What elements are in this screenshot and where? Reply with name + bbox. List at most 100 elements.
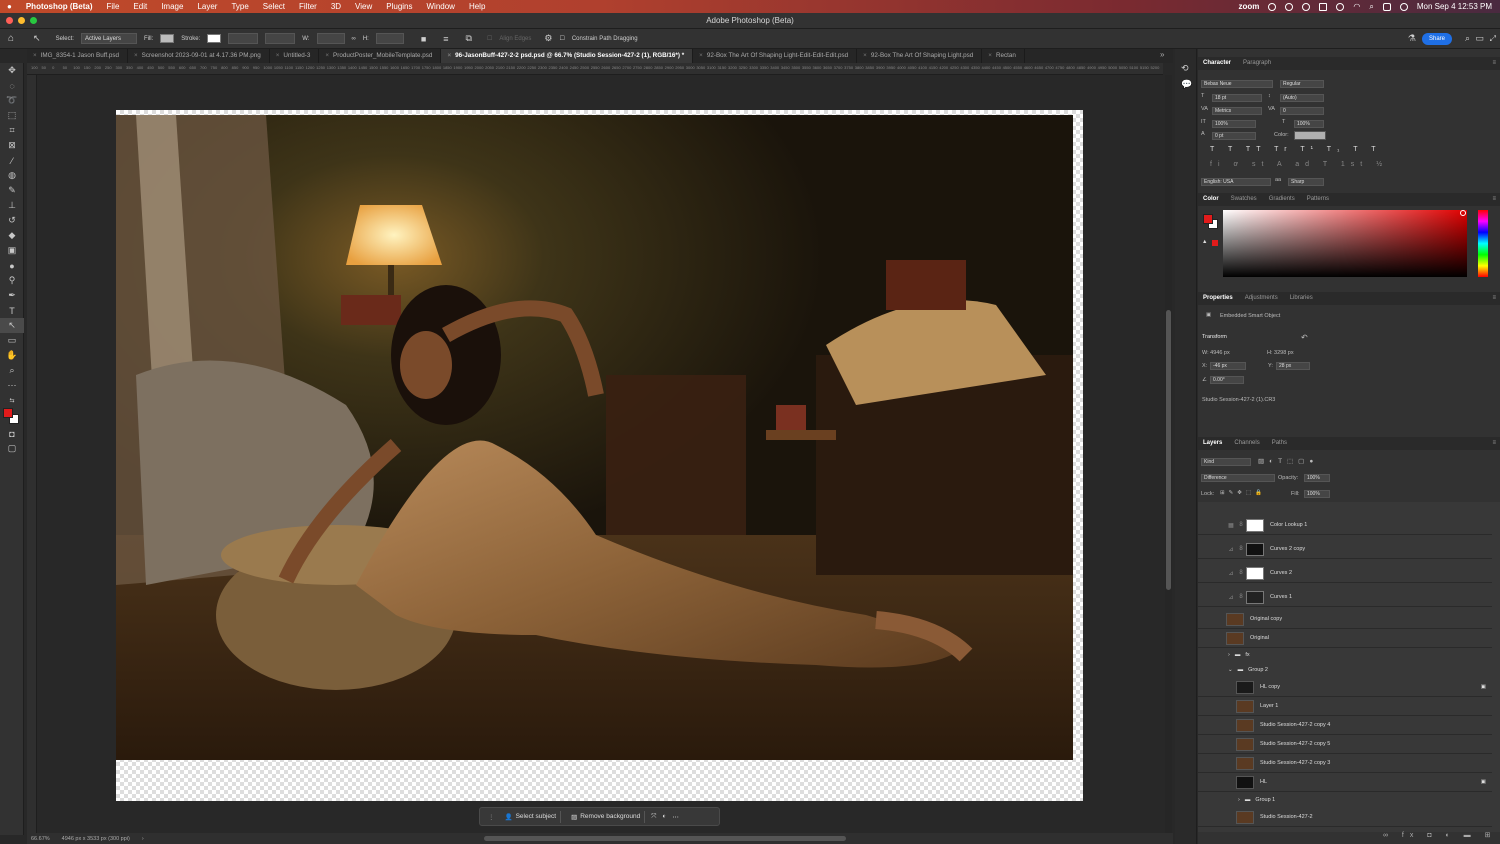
width-field[interactable]: [316, 33, 345, 44]
brush-tool-icon[interactable]: ✎: [0, 183, 24, 198]
fill-field[interactable]: 100%: [1304, 490, 1330, 498]
color-field[interactable]: [1223, 210, 1467, 277]
kerning-field[interactable]: Metrics: [1212, 107, 1262, 115]
record-icon[interactable]: [1285, 2, 1294, 11]
panel-menu-icon[interactable]: ≡: [1492, 292, 1496, 305]
crop-tool-icon[interactable]: ⌗: [0, 123, 24, 138]
doc-tab[interactable]: × Untitled-3: [270, 49, 320, 63]
layer-thumb[interactable]: [1226, 612, 1244, 626]
apple-menu-icon[interactable]: ●: [0, 2, 19, 11]
tab-gradients[interactable]: Gradients: [1269, 193, 1295, 206]
chevron-right-icon[interactable]: ›: [1238, 797, 1240, 803]
screen-mode-icon[interactable]: ▢: [0, 441, 24, 456]
panel-menu-icon[interactable]: ≡: [1492, 57, 1496, 70]
tab-swatches[interactable]: Swatches: [1231, 193, 1257, 206]
adjustment-icon[interactable]: ◐: [662, 813, 666, 820]
angle-field[interactable]: 0.00°: [1210, 376, 1244, 384]
wifi-icon[interactable]: ◠: [1353, 2, 1360, 11]
layer-row[interactable]: ⊿ 8 Curves 1: [1198, 588, 1492, 607]
layer-mask-thumb[interactable]: [1246, 566, 1264, 580]
menu-type[interactable]: Type: [224, 2, 255, 11]
link-icon[interactable]: ∞: [352, 36, 356, 42]
rectangle-tool-icon[interactable]: ▭: [0, 333, 24, 348]
layer-filter-kind-dropdown[interactable]: Kind: [1201, 458, 1251, 466]
gradient-tool-icon[interactable]: ▣: [0, 243, 24, 258]
layer-thumb[interactable]: [1226, 631, 1244, 645]
layer-thumb[interactable]: [1236, 775, 1254, 789]
share-button[interactable]: Share: [1422, 33, 1452, 45]
foreground-color-swatch[interactable]: [3, 408, 13, 418]
layer-thumb[interactable]: [1236, 699, 1254, 713]
tab-libraries[interactable]: Libraries: [1290, 292, 1313, 305]
more-tools-icon[interactable]: ⋯: [0, 378, 24, 393]
menu-plugins[interactable]: Plugins: [379, 2, 419, 11]
select-dropdown[interactable]: Active Layers: [80, 33, 137, 44]
zoom-level[interactable]: 66.67%: [31, 836, 50, 842]
menu-select[interactable]: Select: [256, 2, 292, 11]
moon-icon[interactable]: [1302, 2, 1311, 11]
blend-mode-dropdown[interactable]: Difference: [1201, 474, 1275, 482]
layer-row[interactable]: ▦ 8 Color Lookup 1: [1198, 516, 1492, 535]
photo-layer[interactable]: [116, 115, 1073, 760]
tab-layers[interactable]: Layers: [1203, 437, 1222, 450]
layer-row[interactable]: Studio Session-427-2 copy 4: [1198, 716, 1492, 735]
home-icon[interactable]: ⌂: [8, 33, 14, 44]
menu-help[interactable]: Help: [462, 2, 492, 11]
drag-handle-icon[interactable]: ⋮: [488, 813, 495, 821]
doc-tab[interactable]: × Rectan: [982, 49, 1025, 63]
control-center-icon[interactable]: [1382, 2, 1391, 11]
tab-color[interactable]: Color: [1203, 193, 1219, 206]
menu-file[interactable]: File: [100, 2, 127, 11]
move-tool-icon[interactable]: ✥: [0, 63, 24, 78]
tab-paragraph[interactable]: Paragraph: [1243, 57, 1271, 70]
zoom-status-item[interactable]: zoom: [1238, 2, 1259, 11]
menu-view[interactable]: View: [348, 2, 379, 11]
close-tab-icon[interactable]: ×: [447, 52, 451, 59]
close-tab-icon[interactable]: ×: [134, 52, 138, 59]
doc-tab[interactable]: × IMG_8354-1 Jason Buff.psd: [27, 49, 128, 63]
status-icon[interactable]: [1268, 2, 1277, 11]
layer-row[interactable]: ⊿ 8 Curves 2 copy: [1198, 540, 1492, 559]
tab-properties[interactable]: Properties: [1203, 292, 1233, 305]
close-tab-icon[interactable]: ×: [325, 52, 329, 59]
stamp-tool-icon[interactable]: ⊥: [0, 198, 24, 213]
layer-group-row[interactable]: › ▬ fx: [1198, 648, 1492, 661]
menu-image[interactable]: Image: [154, 2, 190, 11]
search-icon[interactable]: ⌕: [1465, 33, 1470, 44]
comments-panel-icon[interactable]: 💬: [1181, 79, 1192, 90]
remove-background-button[interactable]: ▨ Remove background: [567, 810, 646, 823]
path-ops-icon[interactable]: ■: [421, 34, 426, 44]
path-select-tool-icon[interactable]: ↖: [33, 33, 41, 44]
tab-patterns[interactable]: Patterns: [1307, 193, 1329, 206]
layer-mask-thumb[interactable]: [1246, 590, 1264, 604]
text-color-swatch[interactable]: [1294, 131, 1326, 140]
chevron-down-icon[interactable]: ⌄: [1228, 667, 1233, 673]
opentype-buttons[interactable]: fi ơ st A ad T 1st ½: [1210, 161, 1388, 168]
marquee-tool-icon[interactable]: ◌: [0, 78, 24, 93]
close-window-button[interactable]: [6, 17, 13, 24]
type-style-buttons[interactable]: T T TT Tr T¹ T₁ T T: [1210, 146, 1381, 153]
menu-filter[interactable]: Filter: [292, 2, 324, 11]
leading-field[interactable]: (Auto): [1280, 94, 1324, 102]
tracking-field[interactable]: 0: [1280, 107, 1324, 115]
layer-thumb[interactable]: [1236, 810, 1254, 824]
close-tab-icon[interactable]: ×: [699, 52, 703, 59]
tab-adjustments[interactable]: Adjustments: [1245, 292, 1278, 305]
path-arrange-icon[interactable]: ⧉: [466, 33, 472, 44]
language-dropdown[interactable]: English: USA: [1201, 178, 1271, 186]
zoom-window-button[interactable]: [30, 17, 37, 24]
constrain-checkbox[interactable]: ☐: [559, 35, 564, 42]
zoom-tool-icon[interactable]: ⌕: [0, 363, 24, 378]
menu-layer[interactable]: Layer: [190, 2, 224, 11]
keyboard-icon[interactable]: [1319, 2, 1328, 11]
type-tool-icon[interactable]: T: [0, 303, 24, 318]
flask-icon[interactable]: ⚗: [1408, 33, 1416, 44]
lasso-tool-icon[interactable]: ➰: [0, 93, 24, 108]
canvas-horizontal-scrollbar[interactable]: [484, 836, 846, 841]
path-align-icon[interactable]: ≡: [443, 34, 448, 44]
doc-tab[interactable]: × ProductPoster_MobileTemplate.psd: [319, 49, 442, 63]
font-size-field[interactable]: 18 pt: [1212, 94, 1262, 102]
baseline-shift-field[interactable]: 0 pt: [1212, 132, 1256, 140]
eyedropper-tool-icon[interactable]: ⁄: [0, 153, 24, 168]
layer-row[interactable]: HL ▣: [1198, 773, 1492, 792]
